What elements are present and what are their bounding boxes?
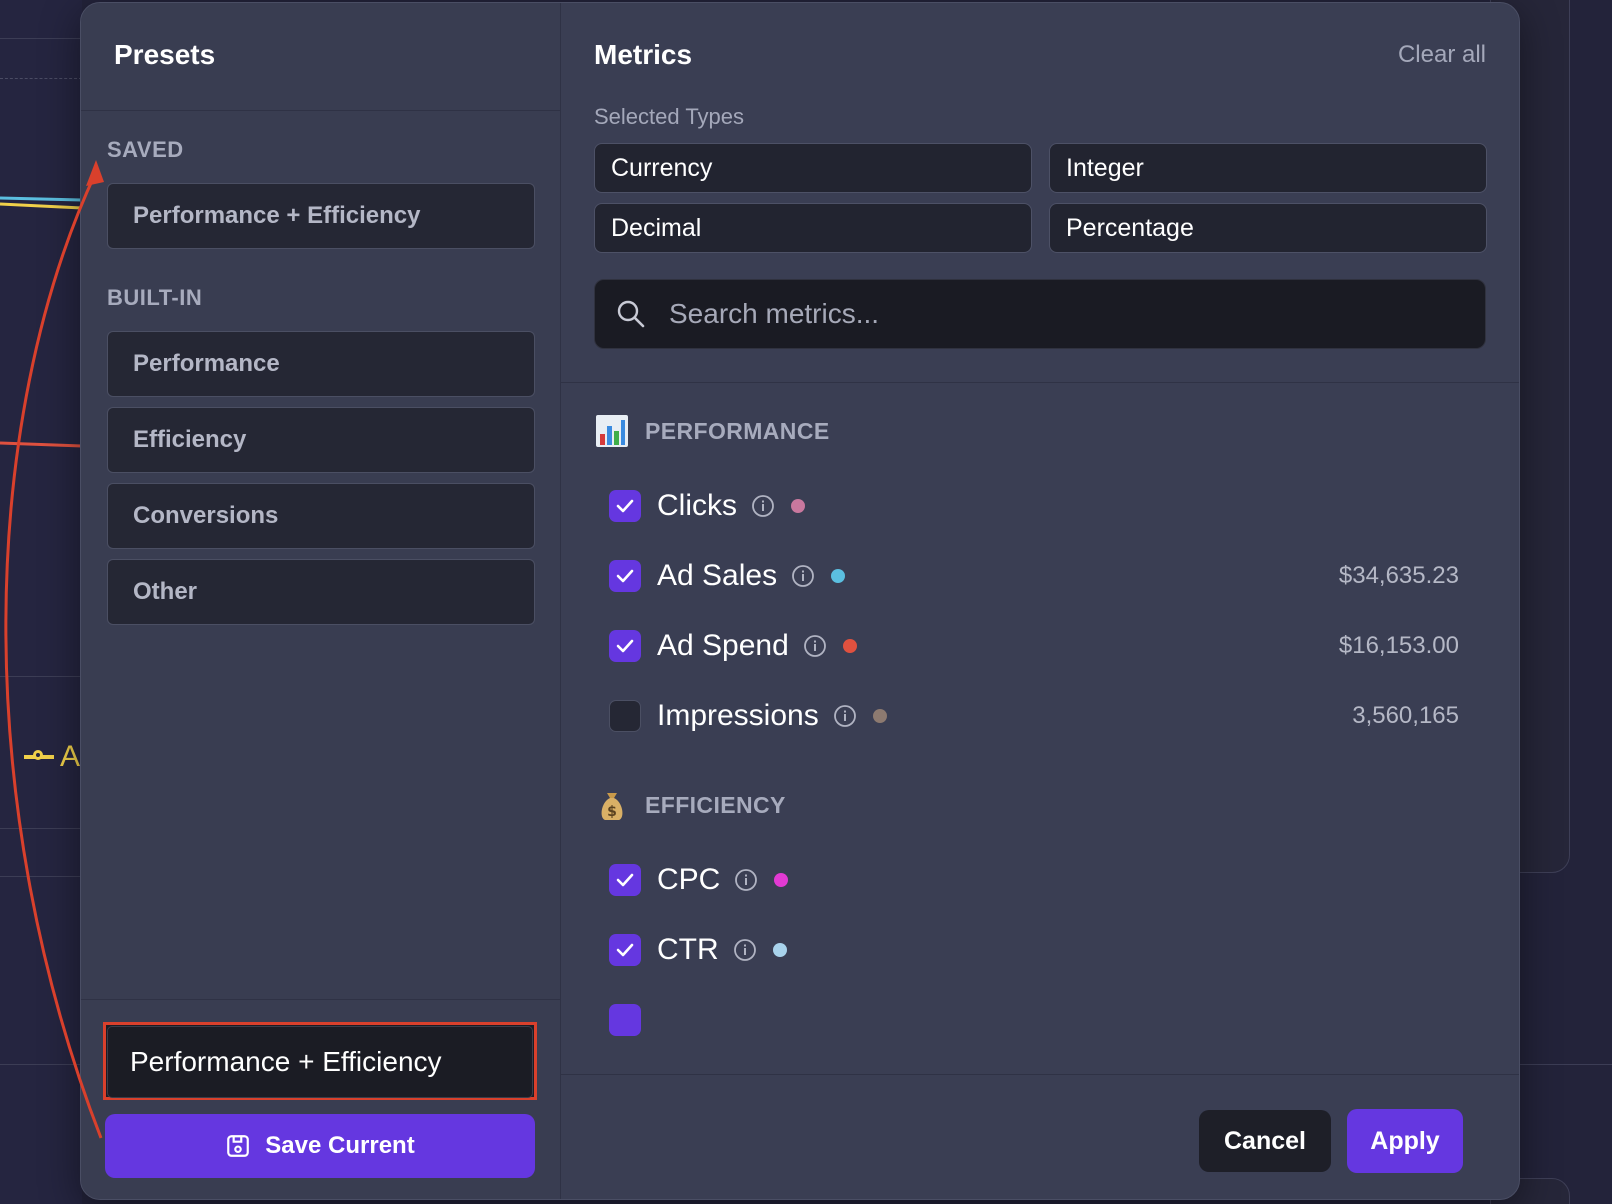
bar-chart-emoji-icon [596,415,628,447]
builtin-preset-performance[interactable]: Performance [107,331,535,397]
legend-line-marker-icon [24,750,54,760]
info-icon[interactable] [733,938,757,962]
metric-name: Ad Sales [657,559,778,592]
metric-checkbox-checked[interactable] [609,560,641,592]
series-color-dot [872,709,887,723]
background-divider [0,828,82,829]
info-icon[interactable] [803,634,827,658]
saved-preset-performance-efficiency[interactable]: Performance + Efficiency [107,183,535,249]
money-bag-emoji-icon: $ [601,793,623,820]
background-legend-label: A [60,740,81,773]
metric-checkbox-checked[interactable] [609,864,641,896]
metric-name: Ad Spend [657,629,789,662]
background-legend-item: A [24,740,80,774]
presets-title: Presets [114,39,216,70]
clear-all-button[interactable]: Clear all [1398,41,1486,69]
search-input[interactable] [669,298,1449,330]
metric-row-ctr[interactable]: CTR [609,928,1459,972]
background-divider [1520,1064,1612,1065]
metric-row-impressions[interactable]: Impressions 3,560,165 [609,694,1459,738]
group-label-performance: PERFORMANCE [645,417,830,444]
type-chip-percentage[interactable]: Percentage [1049,203,1487,253]
metrics-picker-modal: Presets SAVED Performance + Efficiency B… [80,2,1520,1200]
metric-row-ad-spend[interactable]: Ad Spend $16,153.00 [609,624,1459,668]
series-color-dot [842,639,857,653]
checkmark-icon [616,943,634,957]
type-chip-integer[interactable]: Integer [1049,143,1487,193]
checkmark-icon [616,639,634,653]
series-color-dot [774,873,789,887]
group-header-efficiency: $ EFFICIENCY [595,788,786,822]
builtin-preset-efficiency[interactable]: Efficiency [107,407,535,473]
type-chip-decimal[interactable]: Decimal [594,203,1032,253]
metric-search-box [594,279,1486,349]
info-icon[interactable] [833,704,857,728]
checkmark-icon [616,569,634,583]
metric-list[interactable]: PERFORMANCE Clicks Ad Sales $34,635.23 A… [561,384,1519,1044]
preset-name-input[interactable] [107,1026,533,1098]
save-current-button[interactable]: Save Current [105,1114,535,1178]
group-label-efficiency: EFFICIENCY [645,791,786,818]
metric-row-clipped[interactable] [609,998,1459,1042]
metric-checkbox-checked[interactable] [609,934,641,966]
metric-name: CTR [657,933,719,966]
background-divider [0,38,82,39]
metric-value: 3,560,165 [1352,702,1459,729]
presets-panel: Presets SAVED Performance + Efficiency B… [81,3,561,1199]
builtin-preset-conversions[interactable]: Conversions [107,483,535,549]
metric-name: CPC [657,863,721,896]
svg-text:$: $ [607,804,617,820]
presets-footer: Save Current [81,999,560,1199]
cancel-button[interactable]: Cancel [1199,1110,1331,1172]
preset-name-input-highlight [103,1022,537,1100]
metric-row-cpc[interactable]: CPC [609,858,1459,902]
background-divider [0,1064,82,1065]
metric-checkbox-unchecked[interactable] [609,700,641,732]
selected-types-label: Selected Types [594,104,745,129]
metric-name: Impressions [657,699,819,732]
metric-name: Clicks [657,489,737,522]
builtin-preset-other[interactable]: Other [107,559,535,625]
background-chart-area [0,0,82,1204]
checkmark-icon [616,873,634,887]
metric-value: $16,153.00 [1338,632,1459,659]
metric-checkbox-checked[interactable] [609,630,641,662]
saved-section-label: SAVED [107,137,184,162]
metrics-header: Metrics Clear all Selected Types Currenc… [561,3,1519,383]
group-header-performance: PERFORMANCE [595,414,830,448]
metric-value: $34,635.23 [1338,562,1459,589]
presets-header: Presets [81,3,560,111]
metric-checkbox-checked[interactable] [609,1004,641,1036]
background-gridline [0,78,82,79]
background-divider [0,876,82,877]
search-icon [617,300,645,328]
metric-row-ad-sales[interactable]: Ad Sales $34,635.23 [609,554,1459,598]
type-chip-currency[interactable]: Currency [594,143,1032,193]
metrics-title: Metrics [594,39,693,70]
background-divider [0,676,82,677]
metric-row-clicks[interactable]: Clicks [609,484,1459,528]
checkmark-icon [616,499,634,513]
metrics-panel: Metrics Clear all Selected Types Currenc… [561,3,1519,1199]
info-icon[interactable] [791,564,815,588]
save-disk-icon [227,1135,250,1157]
apply-button[interactable]: Apply [1347,1109,1463,1173]
series-color-dot [772,943,787,957]
series-color-dot [831,569,846,583]
metric-checkbox-checked[interactable] [609,490,641,522]
builtin-section-label: BUILT-IN [107,285,203,310]
info-icon[interactable] [751,494,775,518]
info-icon[interactable] [734,868,758,892]
metrics-footer: Cancel Apply [561,1074,1519,1199]
series-color-dot [791,499,805,513]
save-current-label: Save Current [265,1132,415,1159]
